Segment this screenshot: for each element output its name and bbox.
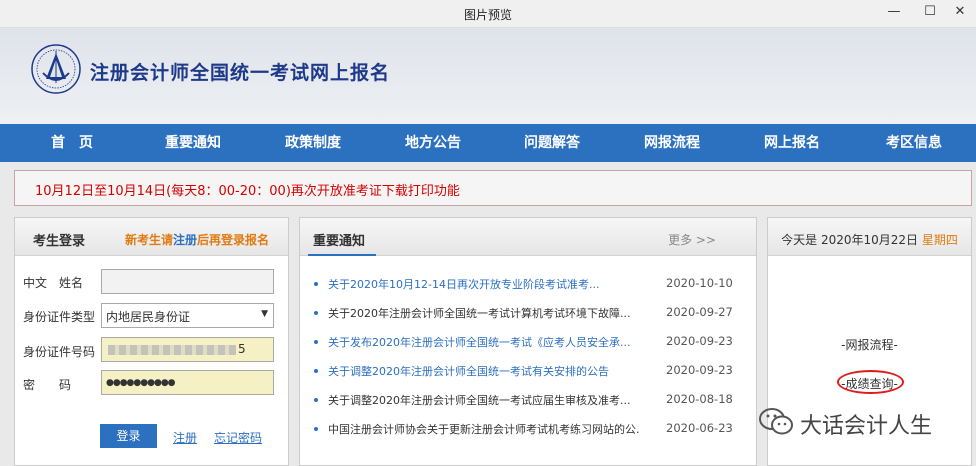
register-hint: 新考生请注册后再登录报名 bbox=[125, 231, 269, 248]
bullet-icon bbox=[314, 398, 318, 402]
news-item[interactable]: 关于调整2020年注册会计师全国统一考试有关安排的公告 2020-09-23 bbox=[314, 360, 734, 384]
news-item-date: 2020-10-10 bbox=[666, 276, 733, 290]
nav-item-policy[interactable]: 政策制度 bbox=[258, 124, 368, 162]
more-link[interactable]: 更多 >> bbox=[668, 231, 716, 248]
process-link[interactable]: -网报流程- bbox=[768, 336, 971, 353]
news-item[interactable]: 关于发布2020年注册会计师全国统一考试《应考人员安全承... 2020-09-… bbox=[314, 331, 734, 355]
minimize-button[interactable]: — bbox=[880, 2, 908, 24]
login-panel: 考生登录 新考生请注册后再登录报名 中文 姓名 身份证件类型 内地居民身份证 ▼… bbox=[14, 217, 289, 466]
site-header: 注册会计师全国统一考试网上报名 bbox=[0, 28, 976, 124]
today-date-text: 今天是 2020年10月22日 bbox=[781, 233, 919, 247]
nav-item-home[interactable]: 首 页 bbox=[17, 124, 127, 162]
register-hint-suffix: 后再登录报名 bbox=[197, 233, 270, 247]
news-item-date: 2020-09-23 bbox=[666, 363, 733, 377]
id-type-select[interactable]: 内地居民身份证 ▼ bbox=[101, 303, 274, 328]
active-tab-underline bbox=[308, 254, 376, 256]
id-type-label: 身份证件类型 bbox=[23, 310, 96, 324]
today-weekday: 星期四 bbox=[921, 233, 958, 247]
news-item[interactable]: 关于调整2020年注册会计师全国统一考试应届生审核及准考... 2020-08-… bbox=[314, 389, 734, 413]
news-item-date: 2020-09-27 bbox=[666, 305, 733, 319]
bullet-icon bbox=[314, 311, 318, 315]
bullet-icon bbox=[314, 282, 318, 286]
main-nav: 首 页 重要通知 政策制度 地方公告 问题解答 网报流程 网上报名 考区信息 bbox=[0, 124, 976, 162]
nav-item-notices[interactable]: 重要通知 bbox=[138, 124, 248, 162]
news-item-title[interactable]: 关于调整2020年注册会计师全国统一考试应届生审核及准考... bbox=[328, 392, 640, 408]
window-title: 图片预览 bbox=[463, 8, 512, 22]
bullet-icon bbox=[314, 427, 318, 431]
login-panel-header: 考生登录 新考生请注册后再登录报名 bbox=[15, 218, 288, 256]
site-title: 注册会计师全国统一考试网上报名 bbox=[90, 62, 391, 84]
news-item-title[interactable]: 中国注册会计师协会关于更新注册会计师考试机考练习网站的公... bbox=[328, 421, 640, 437]
nav-item-exam-areas[interactable]: 考区信息 bbox=[859, 124, 969, 162]
window-titlebar: 图片预览 — ☐ ✕ bbox=[0, 0, 976, 28]
notice-banner: 10月12日至10月14日(每天8：00-20：00)再次开放准考证下载打印功能 bbox=[14, 170, 972, 206]
news-item[interactable]: 关于2020年注册会计师全国统一考试计算机考试环境下故障... 2020-09-… bbox=[314, 302, 734, 326]
bullet-icon bbox=[314, 340, 318, 344]
cicpa-emblem-icon bbox=[31, 44, 81, 94]
nav-item-faq[interactable]: 问题解答 bbox=[497, 124, 607, 162]
chevron-down-icon: ▼ bbox=[261, 309, 268, 319]
login-button[interactable]: 登录 bbox=[100, 424, 157, 448]
news-item[interactable]: 关于2020年10月12-14日再次开放专业阶段考试准考... 2020-10-… bbox=[314, 273, 734, 297]
register-hint-link[interactable]: 注册 bbox=[173, 233, 197, 247]
news-panel: 重要通知 更多 >> 关于2020年10月12-14日再次开放专业阶段考试准考.… bbox=[299, 217, 757, 466]
id-number-field[interactable]: 5 bbox=[101, 337, 274, 362]
name-label: 中文 姓名 bbox=[23, 276, 84, 290]
wechat-icon bbox=[759, 408, 793, 435]
redacted-id-number bbox=[108, 345, 236, 355]
login-title: 考生登录 bbox=[33, 234, 86, 249]
forgot-password-link[interactable]: 忘记密码 bbox=[214, 429, 262, 446]
news-item-title[interactable]: 关于调整2020年注册会计师全国统一考试有关安排的公告 bbox=[328, 363, 640, 379]
news-item-title[interactable]: 关于2020年10月12-14日再次开放专业阶段考试准考... bbox=[328, 276, 640, 292]
id-number-tail: 5 bbox=[238, 342, 246, 356]
highlight-circle bbox=[837, 370, 904, 394]
news-item-date: 2020-08-18 bbox=[666, 392, 733, 406]
news-item-date: 2020-09-23 bbox=[666, 334, 733, 348]
news-panel-header: 重要通知 更多 >> bbox=[300, 218, 756, 256]
today-panel-header: 今天是 2020年10月22日 星期四 bbox=[768, 218, 971, 256]
news-item-date: 2020-06-23 bbox=[666, 421, 733, 435]
password-field[interactable]: ●●●●●●●●●● bbox=[101, 370, 274, 395]
register-link[interactable]: 注册 bbox=[173, 429, 197, 446]
notice-text[interactable]: 10月12日至10月14日(每天8：00-20：00)再次开放准考证下载打印功能 bbox=[35, 180, 460, 199]
news-title: 重要通知 bbox=[313, 234, 366, 249]
nav-item-local[interactable]: 地方公告 bbox=[378, 124, 488, 162]
id-type-value: 内地居民身份证 bbox=[106, 310, 191, 324]
news-item-title[interactable]: 关于发布2020年注册会计师全国统一考试《应考人员安全承... bbox=[328, 334, 640, 350]
nav-item-register[interactable]: 网上报名 bbox=[737, 124, 847, 162]
register-hint-prefix: 新考生请 bbox=[125, 233, 174, 247]
password-label: 密 码 bbox=[23, 378, 72, 392]
name-field[interactable] bbox=[101, 269, 274, 294]
bullet-icon bbox=[314, 369, 318, 373]
watermark-text: 大话会计人生 bbox=[800, 414, 933, 439]
today-date: 今天是 2020年10月22日 星期四 bbox=[768, 231, 971, 248]
id-number-label: 身份证件号码 bbox=[23, 345, 96, 359]
maximize-button[interactable]: ☐ bbox=[916, 2, 944, 24]
news-item-title[interactable]: 关于2020年注册会计师全国统一考试计算机考试环境下故障... bbox=[328, 305, 640, 321]
close-button[interactable]: ✕ bbox=[946, 2, 974, 24]
nav-item-process[interactable]: 网报流程 bbox=[617, 124, 727, 162]
news-item[interactable]: 中国注册会计师协会关于更新注册会计师考试机考练习网站的公... 2020-06-… bbox=[314, 418, 734, 442]
